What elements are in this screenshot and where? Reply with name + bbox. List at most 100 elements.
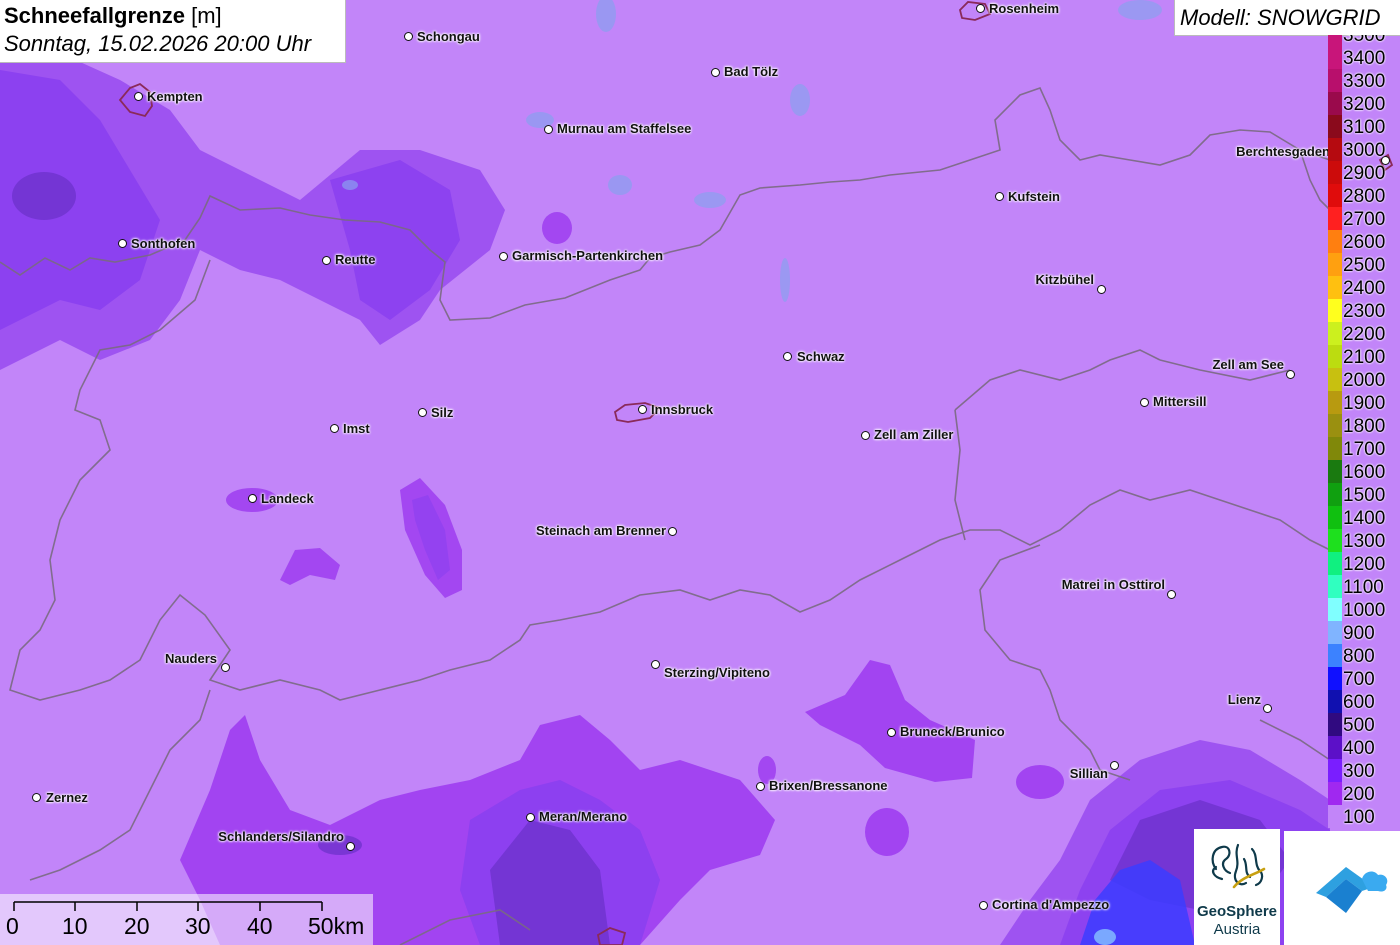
- city-dot[interactable]: [248, 494, 257, 503]
- city-label: Reutte: [335, 252, 376, 267]
- legend-row: 800: [1328, 644, 1400, 667]
- zone-patch-garmisch: [542, 212, 572, 244]
- legend-row: 2900: [1328, 161, 1400, 184]
- city-dot[interactable]: [711, 68, 720, 77]
- legend-row: 1600: [1328, 460, 1400, 483]
- legend-swatch: [1328, 506, 1342, 529]
- legend-label: 3000: [1343, 140, 1386, 161]
- geosphere-logo[interactable]: GeoSphere Austria: [1194, 829, 1280, 945]
- legend-row: 2600: [1328, 230, 1400, 253]
- legend-row: 3200: [1328, 92, 1400, 115]
- legend-swatch: [1328, 437, 1342, 460]
- legend-label: 2900: [1343, 163, 1386, 184]
- city-dot[interactable]: [346, 842, 355, 851]
- legend-label: 2000: [1343, 370, 1386, 391]
- city-dot[interactable]: [976, 4, 985, 13]
- city-dot[interactable]: [1140, 398, 1149, 407]
- legend-swatch: [1328, 391, 1342, 414]
- scale-label: 40: [247, 913, 273, 939]
- city-dot[interactable]: [756, 782, 765, 791]
- legend-label: 2600: [1343, 232, 1386, 253]
- legend-swatch: [1328, 552, 1342, 575]
- legend-swatch: [1328, 414, 1342, 437]
- city-dot[interactable]: [638, 405, 647, 414]
- city-dot[interactable]: [979, 901, 988, 910]
- city-dot[interactable]: [1167, 590, 1176, 599]
- city-dot[interactable]: [651, 660, 660, 669]
- city-dot[interactable]: [544, 125, 553, 134]
- legend-label: 400: [1343, 738, 1375, 759]
- legend-label: 3300: [1343, 71, 1386, 92]
- cloud-logo[interactable]: [1284, 831, 1400, 945]
- legend-row: 2500: [1328, 253, 1400, 276]
- zone-darkest-allgaeu: [12, 172, 76, 220]
- legend-label: 1600: [1343, 462, 1386, 483]
- legend-swatch: [1328, 46, 1342, 69]
- city-label: Zell am See: [1212, 357, 1284, 372]
- city-dot[interactable]: [330, 424, 339, 433]
- legend-swatch: [1328, 782, 1342, 805]
- legend-swatch: [1328, 276, 1342, 299]
- legend-label: 2200: [1343, 324, 1386, 345]
- model-label: Modell: SNOWGRID: [1180, 5, 1381, 30]
- city-label: Sillian: [1069, 766, 1108, 781]
- legend-row: 3500: [1328, 35, 1400, 46]
- legend-swatch: [1328, 253, 1342, 276]
- legend-swatch: [1328, 69, 1342, 92]
- legend-label: 1000: [1343, 600, 1386, 621]
- city-dot[interactable]: [418, 408, 427, 417]
- cloud-logo-icon: [1316, 867, 1388, 913]
- legend-label: 100: [1343, 807, 1375, 828]
- legend-label: 1700: [1343, 439, 1386, 460]
- city-dot[interactable]: [32, 793, 41, 802]
- city-label: Kufstein: [1008, 189, 1060, 204]
- legend-row: 3300: [1328, 69, 1400, 92]
- city-dot[interactable]: [404, 32, 413, 41]
- city-dot[interactable]: [1110, 761, 1119, 770]
- legend-row: 1200: [1328, 552, 1400, 575]
- city-dot[interactable]: [221, 663, 230, 672]
- legend-row: 1700: [1328, 437, 1400, 460]
- legend-swatch: [1328, 644, 1342, 667]
- scale-bar: 0 10 20 30 40 50km: [0, 894, 373, 945]
- legend-label: 3200: [1343, 94, 1386, 115]
- legend-label: 2300: [1343, 301, 1386, 322]
- legend-swatch: [1328, 575, 1342, 598]
- city-dot[interactable]: [1263, 704, 1272, 713]
- city-dot[interactable]: [1286, 370, 1295, 379]
- snowfall-map[interactable]: [0, 0, 1400, 945]
- legend-row: 500: [1328, 713, 1400, 736]
- legend-swatch: [1328, 667, 1342, 690]
- legend-label: 1900: [1343, 393, 1386, 414]
- legend-row: 1000: [1328, 598, 1400, 621]
- city-dot[interactable]: [118, 239, 127, 248]
- legend-row: 2100: [1328, 345, 1400, 368]
- legend-row: 1400: [1328, 506, 1400, 529]
- city-dot[interactable]: [526, 813, 535, 822]
- city-label: Matrei in Osttirol: [1061, 577, 1165, 592]
- legend-label: 300: [1343, 761, 1375, 782]
- city-dot[interactable]: [499, 252, 508, 261]
- legend-row: 1500: [1328, 483, 1400, 506]
- legend-row: 600: [1328, 690, 1400, 713]
- legend-row: 3000: [1328, 138, 1400, 161]
- city-dot[interactable]: [134, 92, 143, 101]
- city-label: Mittersill: [1153, 394, 1207, 409]
- city-dot[interactable]: [322, 256, 331, 265]
- city-dot[interactable]: [887, 728, 896, 737]
- legend-row: 3400: [1328, 46, 1400, 69]
- city-label: Innsbruck: [651, 402, 714, 417]
- city-label: Imst: [343, 421, 370, 436]
- city-label: Schongau: [417, 29, 480, 44]
- model-box: Modell: SNOWGRID: [1174, 0, 1400, 36]
- city-dot[interactable]: [1097, 285, 1106, 294]
- color-legend: 3500 3400 3300 3200 3100 3000 2900 2800 2700 2600…: [1328, 35, 1400, 833]
- legend-row: 200: [1328, 782, 1400, 805]
- legend-row: 900: [1328, 621, 1400, 644]
- city-dot[interactable]: [783, 352, 792, 361]
- city-dot[interactable]: [995, 192, 1004, 201]
- city-dot[interactable]: [668, 527, 677, 536]
- city-label: Cortina d'Ampezzo: [992, 897, 1110, 912]
- legend-swatch: [1328, 138, 1342, 161]
- city-dot[interactable]: [861, 431, 870, 440]
